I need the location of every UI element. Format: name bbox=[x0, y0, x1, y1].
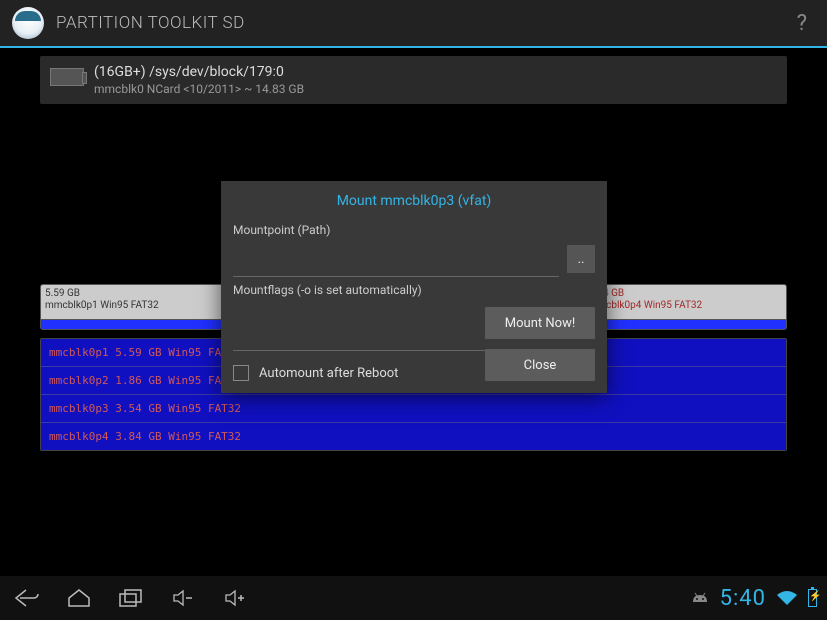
home-button[interactable] bbox=[62, 581, 96, 615]
mountflags-input[interactable] bbox=[233, 307, 485, 351]
mount-now-button[interactable]: Mount Now! bbox=[485, 307, 595, 339]
app-title: PARTITION TOOLKIT SD bbox=[56, 13, 789, 33]
mount-dialog: Mount mmcblk0p3 (vfat) Mountpoint (Path)… bbox=[221, 181, 607, 393]
back-button[interactable] bbox=[10, 581, 44, 615]
dialog-title: Mount mmcblk0p3 (vfat) bbox=[233, 181, 595, 217]
automount-label: Automount after Reboot bbox=[259, 366, 398, 381]
device-details: mmcblk0 NCard <10/2011> ~ 14.83 GB bbox=[94, 82, 304, 96]
mountflags-label: Mountflags (-o is set automatically) bbox=[233, 283, 595, 297]
recent-apps-button[interactable] bbox=[114, 581, 148, 615]
volume-up-button[interactable] bbox=[218, 581, 252, 615]
close-button[interactable]: Close bbox=[485, 349, 595, 381]
browse-button[interactable]: .. bbox=[567, 245, 595, 273]
battery-charging-icon bbox=[808, 589, 817, 607]
mountpoint-input[interactable] bbox=[233, 237, 559, 277]
partition-row[interactable]: mmcblk0p4 3.84 GB Win95 FAT32 bbox=[41, 423, 786, 450]
mountpoint-label: Mountpoint (Path) bbox=[233, 223, 595, 237]
clock[interactable]: 5:40 bbox=[720, 586, 766, 611]
storage-icon bbox=[50, 68, 84, 86]
android-icon bbox=[690, 590, 710, 606]
partition-row[interactable]: mmcblk0p3 3.54 GB Win95 FAT32 bbox=[41, 395, 786, 423]
action-bar: PARTITION TOOLKIT SD ? bbox=[0, 0, 827, 48]
automount-checkbox[interactable] bbox=[233, 365, 249, 381]
volume-down-button[interactable] bbox=[166, 581, 200, 615]
partition-segment-4[interactable]: 84 GB mcblk0p4 Win95 FAT32 bbox=[593, 285, 786, 319]
help-icon[interactable]: ? bbox=[789, 11, 815, 36]
wifi-icon bbox=[776, 589, 798, 607]
app-icon bbox=[12, 7, 44, 39]
system-nav-bar: 5:40 bbox=[0, 576, 827, 620]
device-path: (16GB+) /sys/dev/block/179:0 bbox=[94, 64, 304, 80]
device-card[interactable]: (16GB+) /sys/dev/block/179:0 mmcblk0 NCa… bbox=[40, 56, 787, 104]
